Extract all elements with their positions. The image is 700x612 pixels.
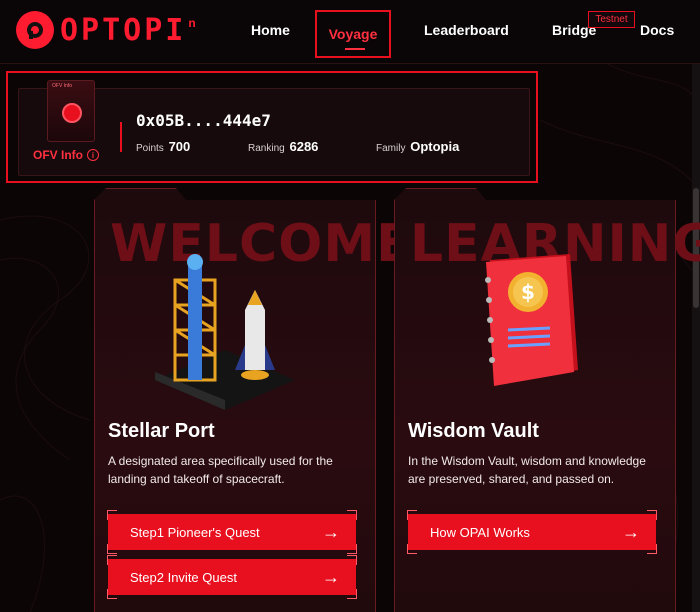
svg-text:$: $ <box>521 280 535 304</box>
ofv-logo-icon <box>62 103 82 123</box>
family-stat: Family Optopia <box>376 139 459 154</box>
info-icon: i <box>87 149 99 161</box>
points-label: Points <box>136 143 164 154</box>
family-label: Family <box>376 143 406 154</box>
ranking-stat: Ranking 6286 <box>248 139 318 154</box>
stellar-port-desc: A designated area specifically used for … <box>108 454 333 486</box>
nav-voyage[interactable]: Voyage <box>315 10 391 58</box>
nav-docs[interactable]: Docs <box>640 22 674 38</box>
nav-home[interactable]: Home <box>251 22 290 38</box>
logo-text: OPTOPI <box>60 12 187 48</box>
ranking-value: 6286 <box>289 139 319 154</box>
nav-leaderboard[interactable]: Leaderboard <box>424 22 509 38</box>
testnet-badge: Testnet <box>588 11 635 28</box>
how-opai-works-button[interactable]: How OPAI Works → <box>408 514 656 550</box>
invite-quest-button[interactable]: Step2 Invite Quest → <box>108 559 356 595</box>
family-value: Optopia <box>410 139 460 154</box>
points-value: 700 <box>168 139 191 154</box>
pioneer-quest-button[interactable]: Step1 Pioneer's Quest → <box>108 514 356 550</box>
arrow-right-icon: → <box>622 522 640 542</box>
book-illustration: $ <box>485 254 578 386</box>
ofv-info-label: OFV Info <box>33 148 83 162</box>
arrow-right-icon: → <box>322 522 340 542</box>
scrollbar[interactable] <box>692 64 700 612</box>
ranking-label: Ranking <box>248 143 285 154</box>
logo[interactable]: OPTOPI n <box>16 10 196 50</box>
pioneer-quest-label: Step1 Pioneer's Quest <box>130 524 260 540</box>
wisdom-vault-desc: In the Wisdom Vault, wisdom and knowledg… <box>408 454 646 486</box>
wisdom-vault-title: Wisdom Vault <box>408 420 539 442</box>
stellar-port-title: Stellar Port <box>108 420 215 442</box>
logo-mark-icon <box>16 11 54 49</box>
points-stat: Points 700 <box>136 139 190 154</box>
nav-voyage-label: Voyage <box>328 26 378 42</box>
logo-sup: n <box>188 16 196 30</box>
ofv-badge-label: OFV Info <box>52 83 73 89</box>
invite-quest-label: Step2 Invite Quest <box>130 569 237 585</box>
arrow-right-icon: → <box>322 567 340 587</box>
how-opai-works-label: How OPAI Works <box>430 524 530 540</box>
profile-divider <box>120 122 122 152</box>
ofv-info-link[interactable]: OFV Info i <box>33 148 99 162</box>
active-underline <box>345 48 365 50</box>
launch-tower-illustration <box>155 254 295 410</box>
wallet-address: 0x05B....444e7 <box>136 111 271 130</box>
top-navbar: OPTOPI n Home Voyage Leaderboard Bridge … <box>0 0 700 64</box>
ofv-nft-badge[interactable]: OFV Info <box>47 80 95 142</box>
